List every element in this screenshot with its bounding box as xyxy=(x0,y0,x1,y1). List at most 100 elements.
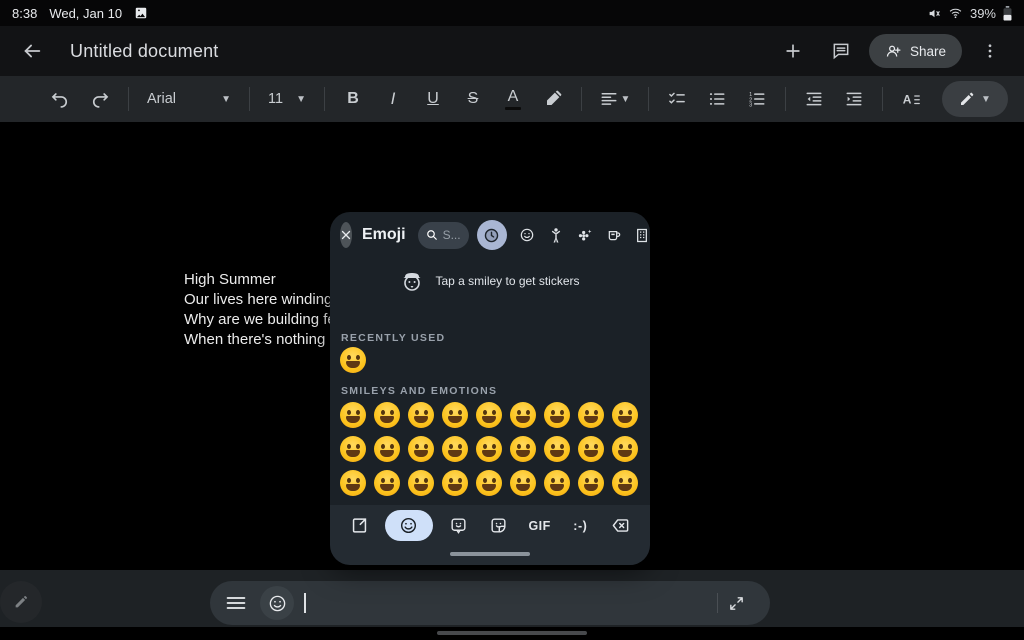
emoji-heart-eyes[interactable]: 😍 xyxy=(544,436,570,462)
emoji-face-with-tears-of-joy[interactable]: 😂 xyxy=(544,402,570,428)
underline-button[interactable]: U xyxy=(413,79,453,119)
sticker-tab[interactable] xyxy=(443,511,473,541)
back-button[interactable] xyxy=(12,31,52,71)
emoji-grinning-face-big-eyes[interactable]: 😃 xyxy=(374,402,400,428)
emoji-glyph: 🥹 xyxy=(476,470,502,496)
sticker-hint-text: Tap a smiley to get stickers xyxy=(435,274,579,288)
checklist-button[interactable] xyxy=(657,79,697,119)
category-people[interactable] xyxy=(548,227,565,244)
status-bar: 8:38 Wed, Jan 10 39% xyxy=(0,0,1024,26)
clipboard-button[interactable] xyxy=(344,511,374,541)
emoji-grid: 😀 😃 😄 😁 😆 😅 😂 🤣 😭 😉 😗 😙 😚 😘 🥰 😍 🤩 🥳 🫠 🙃 🙂 🥲 🥹 😊 ☺️ 😌 😏 xyxy=(340,402,638,496)
formatting-toolbar: Arial ▼ 11 ▼ B I U S A ▼ 123 A ▼ xyxy=(0,76,1024,122)
emoji-glyph: 😂 xyxy=(544,402,570,428)
emoji-face-blowing-kiss[interactable]: 😘 xyxy=(476,436,502,462)
emoji-loudly-crying-face[interactable]: 😭 xyxy=(340,347,366,373)
strikethrough-button[interactable]: S xyxy=(453,79,493,119)
app-header: Untitled document Share xyxy=(0,26,1024,76)
emoji-grinning-face[interactable]: 😀 xyxy=(340,402,366,428)
nav-handle[interactable] xyxy=(437,631,587,635)
emoji-loudly-crying-face[interactable]: 😭 xyxy=(612,402,638,428)
emoji-smiling-face-with-tear[interactable]: 🥲 xyxy=(442,470,468,496)
menu-icon[interactable] xyxy=(226,595,246,611)
battery-icon xyxy=(1003,6,1012,21)
document-title[interactable]: Untitled document xyxy=(70,41,218,62)
color-swatch xyxy=(505,107,521,110)
recently-used-label: RECENTLY USED xyxy=(341,332,445,344)
font-family-dropdown[interactable]: Arial ▼ xyxy=(137,79,241,119)
category-recently-used[interactable] xyxy=(477,220,507,250)
emoji-toggle-button[interactable] xyxy=(260,586,294,620)
mute-icon xyxy=(928,7,941,20)
italic-button[interactable]: I xyxy=(373,79,413,119)
wifi-icon xyxy=(948,7,963,20)
pencil-icon xyxy=(13,594,29,610)
bitmoji-tab[interactable] xyxy=(484,511,514,541)
emoji-partying-face[interactable]: 🥳 xyxy=(612,436,638,462)
category-food[interactable] xyxy=(606,227,623,243)
comments-icon[interactable] xyxy=(821,31,861,71)
emoji-smiling-face-smiling-eyes[interactable]: 😊 xyxy=(510,470,536,496)
align-dropdown[interactable]: ▼ xyxy=(590,79,640,119)
category-smileys[interactable] xyxy=(519,227,536,243)
category-nature[interactable] xyxy=(577,227,594,243)
emoji-rolling-on-floor-laughing[interactable]: 🤣 xyxy=(578,402,604,428)
text-cursor xyxy=(304,593,306,613)
emoji-winking-face[interactable]: 😉 xyxy=(340,436,366,462)
emoji-slightly-smiling-face[interactable]: 🙂 xyxy=(408,470,434,496)
close-button[interactable] xyxy=(340,222,352,248)
emoji-relieved-face[interactable]: 😌 xyxy=(578,470,604,496)
gif-tab[interactable]: GIF xyxy=(525,511,555,541)
bulleted-list-button[interactable] xyxy=(697,79,737,119)
keyboard-drag-handle[interactable] xyxy=(450,552,530,556)
paragraph-format-button[interactable]: A xyxy=(891,79,931,119)
emoji-smiling-face[interactable]: ☺️ xyxy=(544,470,570,496)
sticker-hint-row: Tap a smiley to get stickers xyxy=(330,264,650,298)
emoji-upside-down-face[interactable]: 🙃 xyxy=(374,470,400,496)
add-comment-plus-button[interactable] xyxy=(773,31,813,71)
emoji-face-holding-back-tears[interactable]: 🥹 xyxy=(476,470,502,496)
emoji-smiling-face-with-hearts[interactable]: 🥰 xyxy=(510,436,536,462)
emoji-grinning-face-with-sweat[interactable]: 😅 xyxy=(510,402,536,428)
emoji-glyph: ☺️ xyxy=(544,470,570,496)
redo-button[interactable] xyxy=(80,79,120,119)
emoji-grinning-squinting-face[interactable]: 😆 xyxy=(476,402,502,428)
emoji-kissing-face[interactable]: 😗 xyxy=(374,436,400,462)
emoticon-tab[interactable]: :-) xyxy=(565,511,595,541)
overflow-menu-icon[interactable] xyxy=(970,31,1010,71)
numbered-list-button[interactable]: 123 xyxy=(737,79,777,119)
share-button[interactable]: Share xyxy=(869,34,962,68)
cup-icon xyxy=(606,227,622,243)
share-label: Share xyxy=(910,44,946,59)
chevron-down-icon: ▼ xyxy=(221,94,231,105)
outdent-button[interactable] xyxy=(794,79,834,119)
sticker-mascot-icon xyxy=(400,270,424,292)
emoji-tab-selected[interactable] xyxy=(385,510,433,541)
emoji-grinning-face-smiling-eyes[interactable]: 😄 xyxy=(408,402,434,428)
backspace-key[interactable] xyxy=(606,511,636,541)
category-travel[interactable] xyxy=(635,227,650,244)
highlight-color-button[interactable] xyxy=(533,79,573,119)
emoji-star-struck[interactable]: 🤩 xyxy=(578,436,604,462)
emoji-search-field[interactable]: S... xyxy=(418,222,469,249)
emoji-smirking-face[interactable]: 😏 xyxy=(612,470,638,496)
text-color-button[interactable]: A xyxy=(493,79,533,119)
font-size-dropdown[interactable]: 11 ▼ xyxy=(258,79,316,119)
edit-pencil-fab[interactable] xyxy=(0,581,42,623)
emoji-melting-face[interactable]: 🫠 xyxy=(340,470,366,496)
bold-button[interactable]: B xyxy=(333,79,373,119)
emoji-kissing-face-smiling-eyes[interactable]: 😙 xyxy=(408,436,434,462)
clock-icon xyxy=(483,227,500,244)
collapse-keyboard-icon[interactable] xyxy=(718,585,754,621)
emoji-panel-title: Emoji xyxy=(362,226,406,244)
emoji-glyph: 😆 xyxy=(476,402,502,428)
emoji-kissing-face-closed-eyes[interactable]: 😚 xyxy=(442,436,468,462)
indent-button[interactable] xyxy=(834,79,874,119)
edit-mode-button[interactable]: ▼ xyxy=(942,81,1008,117)
emoji-glyph: 🙂 xyxy=(408,470,434,496)
status-date: Wed, Jan 10 xyxy=(49,6,122,21)
emoji-beaming-face[interactable]: 😁 xyxy=(442,402,468,428)
divider xyxy=(324,87,325,111)
undo-button[interactable] xyxy=(40,79,80,119)
chevron-down-icon: ▼ xyxy=(296,94,306,105)
